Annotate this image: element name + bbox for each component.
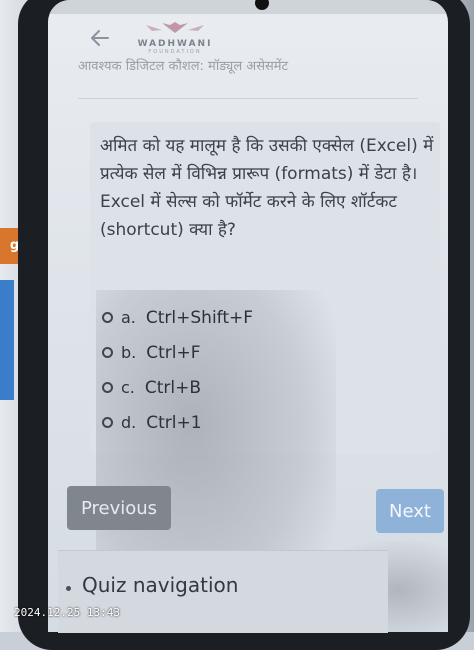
background-blue-panel xyxy=(0,280,14,400)
logo-name: WADHWANI xyxy=(137,39,213,49)
wadhwani-logo: WADHWANI FOUNDATION xyxy=(130,20,220,60)
option-text: Ctrl+B xyxy=(144,377,202,398)
header-divider xyxy=(78,98,418,99)
radio-button[interactable] xyxy=(102,312,113,323)
back-arrow-icon[interactable] xyxy=(88,26,112,50)
logo-wing-icon xyxy=(146,22,204,33)
radio-button[interactable] xyxy=(102,347,113,358)
previous-button[interactable]: Previous xyxy=(67,486,171,530)
phone-screen: WADHWANI FOUNDATION आवश्यक डिजिटल कौशल: … xyxy=(48,0,448,632)
bullet-icon xyxy=(66,586,71,591)
radio-button[interactable] xyxy=(102,382,113,393)
option-text: Ctrl+Shift+F xyxy=(145,307,254,328)
answer-options: a. Ctrl+Shift+F b. Ctrl+F c. Ctrl+B d. C… xyxy=(102,300,422,440)
option-letter: d. xyxy=(121,413,137,432)
logo-subtitle: FOUNDATION xyxy=(148,49,202,55)
option-letter: b. xyxy=(121,343,137,362)
option-b[interactable]: b. Ctrl+F xyxy=(102,335,422,370)
course-title: आवश्यक डिजिटल कौशल: मॉड्यूल असेसमेंट xyxy=(78,59,289,74)
quiz-navigation-label: Quiz navigation xyxy=(82,573,239,597)
option-letter: c. xyxy=(121,378,135,397)
status-bar xyxy=(48,0,448,14)
option-text: Ctrl+F xyxy=(146,342,201,363)
option-a[interactable]: a. Ctrl+Shift+F xyxy=(102,300,422,335)
next-button[interactable]: Next xyxy=(376,489,444,533)
radio-button[interactable] xyxy=(102,417,113,428)
question-text: अमित को यह मालूम है कि उसकी एक्सेल (Exce… xyxy=(100,136,434,240)
option-d[interactable]: d. Ctrl+1 xyxy=(102,405,422,440)
option-c[interactable]: c. Ctrl+B xyxy=(102,370,422,405)
quiz-navigation-panel[interactable]: Quiz navigation xyxy=(58,550,388,633)
photo-timestamp: 2024.12.25 13:43 xyxy=(14,606,120,619)
option-letter: a. xyxy=(121,308,136,327)
option-text: Ctrl+1 xyxy=(146,412,202,433)
